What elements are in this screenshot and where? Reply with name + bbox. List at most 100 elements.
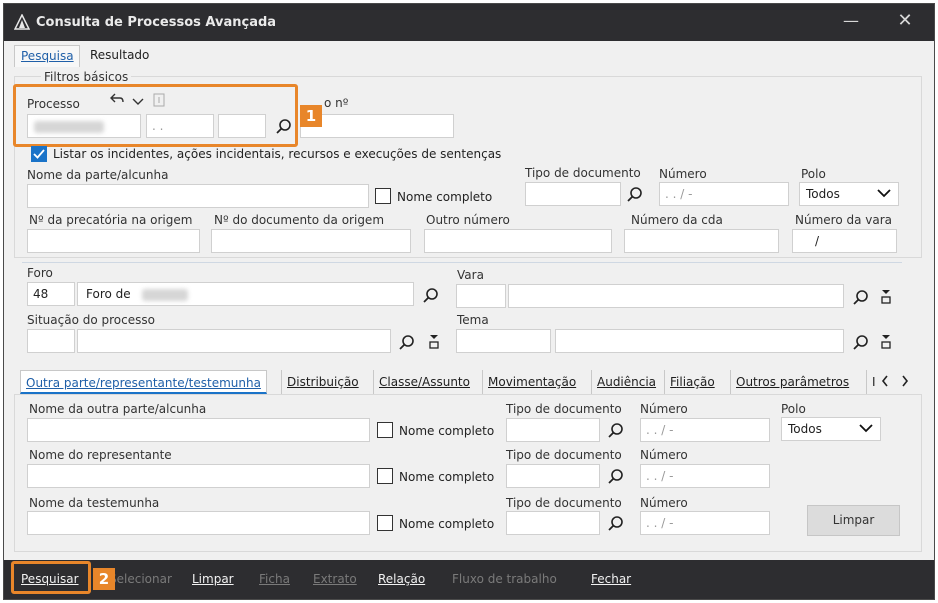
tipo-documento-label: Tipo de documento: [506, 448, 622, 462]
outro-numero-label: Outro número: [426, 213, 510, 227]
tema-name-input[interactable]: [555, 329, 844, 353]
tab-filiacao[interactable]: Filiação: [664, 370, 720, 394]
tab-outra-parte[interactable]: Outra parte/representante/testemunha: [20, 370, 267, 394]
polo-select[interactable]: Todos: [781, 417, 881, 441]
doc-origem-label: Nº do documento da origem: [214, 213, 385, 227]
search-icon[interactable]: [852, 289, 870, 307]
tab-resultado[interactable]: Resultado: [86, 48, 153, 68]
fechar-button[interactable]: Fechar: [591, 572, 631, 586]
nome-representante-label: Nome do representante: [29, 448, 172, 462]
tipo-documento-input[interactable]: [506, 464, 600, 488]
selecionar-label: Selecionar: [109, 572, 172, 586]
tema-code-input[interactable]: [456, 329, 551, 353]
advanced-process-search-window: Consulta de Processos Avançada — ✕ Pesqu…: [3, 3, 935, 600]
numero-documento-input[interactable]: . . / -: [640, 418, 770, 442]
polo-select-value: Todos: [788, 422, 822, 436]
search-icon[interactable]: [626, 186, 644, 204]
search-icon[interactable]: [398, 334, 416, 352]
outro-no-label: o nº: [324, 96, 349, 110]
tipo-documento-label: Tipo de documento: [525, 166, 641, 180]
nome-parte-input[interactable]: [27, 184, 369, 208]
tab-truncated[interactable]: I: [866, 370, 880, 394]
vara-label: Vara: [457, 268, 484, 282]
foro-name-value: Foro de: [86, 287, 131, 301]
nome-testemunha-input[interactable]: [27, 511, 370, 535]
doc-origem-input[interactable]: [211, 229, 411, 253]
vara-code-input[interactable]: [456, 284, 506, 308]
close-button[interactable]: ✕: [894, 10, 916, 34]
tipo-documento-input[interactable]: [506, 418, 600, 442]
foro-name-input[interactable]: Foro de: [77, 282, 414, 306]
filtros-basicos-title: Filtros básicos: [41, 70, 132, 84]
nome-completo-checkbox[interactable]: [375, 188, 391, 204]
listar-incidentes-label: Listar os incidentes, ações incidentais,…: [53, 147, 502, 161]
redacted-value: [142, 289, 188, 301]
tipo-documento-input[interactable]: [525, 182, 621, 206]
situacao-name-input[interactable]: [77, 329, 391, 353]
tab-pesquisa[interactable]: Pesquisa: [14, 45, 80, 67]
callout-2-frame: [11, 561, 91, 594]
search-icon[interactable]: [852, 334, 870, 352]
nome-completo-label: Nome completo: [399, 470, 495, 484]
numero-documento-input[interactable]: . . / -: [640, 511, 770, 535]
nome-testemunha-label: Nome da testemunha: [29, 496, 160, 510]
callout-1-badge: 1: [300, 105, 322, 127]
fluxo-trabalho-button[interactable]: Fluxo de trabalho: [452, 572, 557, 586]
scroll-right-icon[interactable]: [900, 374, 910, 391]
foro-label: Foro: [27, 266, 53, 280]
tab-audiencia[interactable]: Audiência: [591, 370, 661, 394]
clear-filter-icon[interactable]: [880, 333, 892, 352]
precatoria-label: Nº da precatória na origem: [29, 213, 193, 227]
minimize-button[interactable]: —: [840, 10, 862, 34]
scroll-left-icon[interactable]: [880, 374, 890, 391]
numero-cda-input[interactable]: [624, 229, 779, 253]
callout-2-badge: 2: [93, 568, 115, 590]
numero-documento-input[interactable]: . . / -: [659, 182, 789, 206]
search-icon[interactable]: [422, 287, 440, 305]
tab-classe-assunto-label: Classe/Assunto: [379, 375, 470, 389]
foro-code-input[interactable]: 48: [27, 282, 75, 306]
situacao-label: Situação do processo: [27, 313, 155, 327]
outro-no-input[interactable]: [300, 114, 454, 138]
search-icon[interactable]: [607, 422, 625, 440]
window-title: Consulta de Processos Avançada: [36, 15, 277, 30]
precatoria-input[interactable]: [27, 229, 200, 253]
nome-representante-input[interactable]: [27, 464, 370, 488]
nome-completo-checkbox[interactable]: [377, 468, 393, 484]
nome-outra-parte-input[interactable]: [27, 418, 370, 442]
numero-documento-input[interactable]: . . / -: [640, 464, 770, 488]
tipo-documento-label: Tipo de documento: [506, 402, 622, 416]
outro-numero-input[interactable]: [424, 229, 612, 253]
numero-vara-input[interactable]: /: [792, 229, 897, 253]
limpar-action-button[interactable]: Limpar: [192, 572, 234, 586]
fluxo-trabalho-label: Fluxo de trabalho: [452, 572, 557, 586]
search-icon[interactable]: [607, 515, 625, 533]
app-logo-icon: [13, 13, 31, 33]
tab-outros-parametros[interactable]: Outros parâmetros: [730, 370, 854, 394]
polo-select[interactable]: Todos: [799, 182, 899, 206]
nome-completo-label: Nome completo: [399, 517, 495, 531]
ficha-label: Ficha: [259, 572, 290, 586]
extrato-button[interactable]: Extrato: [313, 572, 357, 586]
listar-incidentes-checkbox[interactable]: [31, 146, 47, 162]
tipo-documento-input[interactable]: [506, 511, 600, 535]
situacao-code-input[interactable]: [27, 329, 75, 353]
clear-filter-icon[interactable]: [880, 288, 892, 307]
limpar-button[interactable]: Limpar: [807, 505, 900, 536]
title-bar: Consulta de Processos Avançada — ✕: [4, 4, 934, 41]
chevron-down-icon: [858, 420, 874, 443]
nome-completo-checkbox[interactable]: [377, 422, 393, 438]
vara-name-input[interactable]: [508, 284, 844, 308]
tab-classe-assunto[interactable]: Classe/Assunto: [373, 370, 475, 394]
nome-parte-label: Nome da parte/alcunha: [27, 168, 169, 182]
tab-distribuicao[interactable]: Distribuição: [281, 370, 364, 394]
nome-completo-checkbox[interactable]: [377, 515, 393, 531]
relacao-button[interactable]: Relação: [378, 572, 425, 586]
search-icon[interactable]: [607, 468, 625, 486]
ficha-button[interactable]: Ficha: [259, 572, 290, 586]
selecionar-button[interactable]: Selecionar: [109, 572, 172, 586]
clear-filter-icon[interactable]: [428, 333, 440, 352]
tab-movimentacao[interactable]: Movimentação: [482, 370, 581, 394]
tab-pesquisa-label: Pesquisa: [21, 49, 74, 63]
extrato-label: Extrato: [313, 572, 357, 586]
